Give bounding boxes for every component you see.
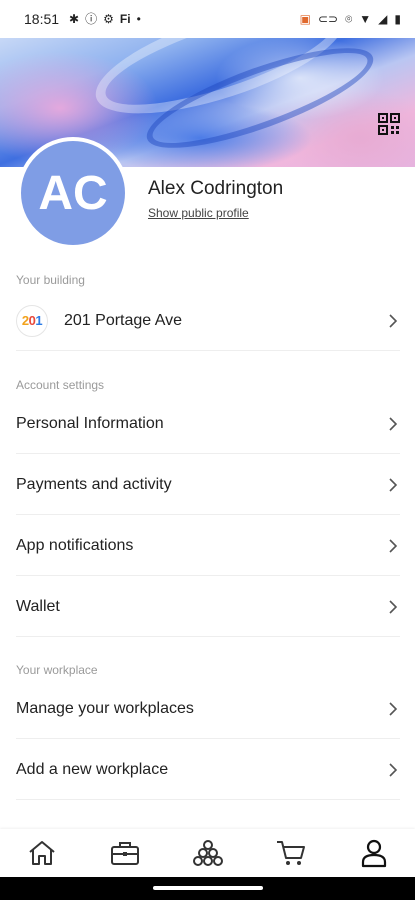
row-wallet[interactable]: Wallet [16, 577, 400, 637]
row-label: App notifications [16, 536, 134, 554]
section-label-account: Account settings [16, 378, 105, 392]
qr-code-button[interactable] [377, 112, 401, 136]
fi-icon: Fi [119, 12, 131, 26]
briefcase-icon [110, 842, 139, 865]
qr-code-icon [378, 113, 400, 135]
row-personal-information[interactable]: Personal Information [16, 394, 400, 454]
status-time: 18:51 [24, 11, 60, 27]
chevron-right-icon [386, 313, 400, 328]
home-gesture-handle[interactable] [153, 886, 263, 890]
settings-circle-icon: ⚙ [103, 12, 114, 26]
row-manage-workplaces[interactable]: Manage your workplaces [16, 679, 400, 739]
avatar-initials: AC [38, 166, 108, 220]
chevron-right-icon [386, 477, 400, 492]
caps-icon: ⊂⊃ [317, 12, 339, 26]
section-label-workplace: Your workplace [16, 663, 98, 677]
row-payments-activity[interactable]: Payments and activity [16, 455, 400, 515]
chevron-right-icon [386, 762, 400, 777]
chevron-right-icon [386, 416, 400, 431]
dot-icon: • [136, 12, 141, 26]
wifi-icon: ▼ [359, 12, 372, 26]
section-label-building: Your building [16, 273, 85, 287]
nav-profile[interactable] [352, 831, 396, 875]
bottom-navigation [0, 829, 415, 877]
building-row[interactable]: 201 201 Portage Ave [16, 291, 400, 351]
row-label: Personal Information [16, 414, 164, 432]
nav-cart[interactable] [269, 831, 313, 875]
row-app-notifications[interactable]: App notifications [16, 516, 400, 576]
location-icon: ⌾ [345, 11, 353, 26]
row-label: Manage your workplaces [16, 699, 194, 717]
cart-icon [276, 841, 305, 865]
nav-community[interactable] [186, 831, 230, 875]
chevron-right-icon [386, 538, 400, 553]
row-label: Wallet [16, 597, 60, 615]
avatar[interactable]: AC [17, 137, 129, 249]
nav-home[interactable] [20, 831, 64, 875]
status-left-icons: ✱ ⓘ ⚙ Fi • [69, 13, 141, 25]
gear-icon: ✱ [69, 12, 80, 26]
profile-icon [361, 839, 386, 868]
battery-icon: ▮ [394, 12, 401, 26]
row-label: Payments and activity [16, 475, 172, 493]
chevron-right-icon [386, 701, 400, 716]
building-name: 201 Portage Ave [64, 311, 183, 329]
nav-services[interactable] [103, 831, 147, 875]
info-icon: ⓘ [85, 12, 98, 26]
status-bar: 18:51 ✱ ⓘ ⚙ Fi • ▣ ⊂⊃ ⌾ ▼ ◢ ▮ [0, 0, 415, 38]
chevron-right-icon [386, 599, 400, 614]
home-icon [28, 841, 55, 865]
building-logo: 201 [16, 304, 48, 337]
status-right-icons: ▣ ⊂⊃ ⌾ ▼ ◢ ▮ [300, 12, 401, 27]
show-public-profile-link[interactable]: Show public profile [148, 206, 249, 220]
signal-icon: ◢ [378, 12, 388, 26]
community-icon [192, 840, 223, 866]
profile-name: Alex Codrington [148, 178, 284, 199]
cast-icon: ▣ [299, 12, 311, 26]
row-label: Add a new workplace [16, 760, 169, 778]
row-add-workplace[interactable]: Add a new workplace [16, 740, 400, 800]
